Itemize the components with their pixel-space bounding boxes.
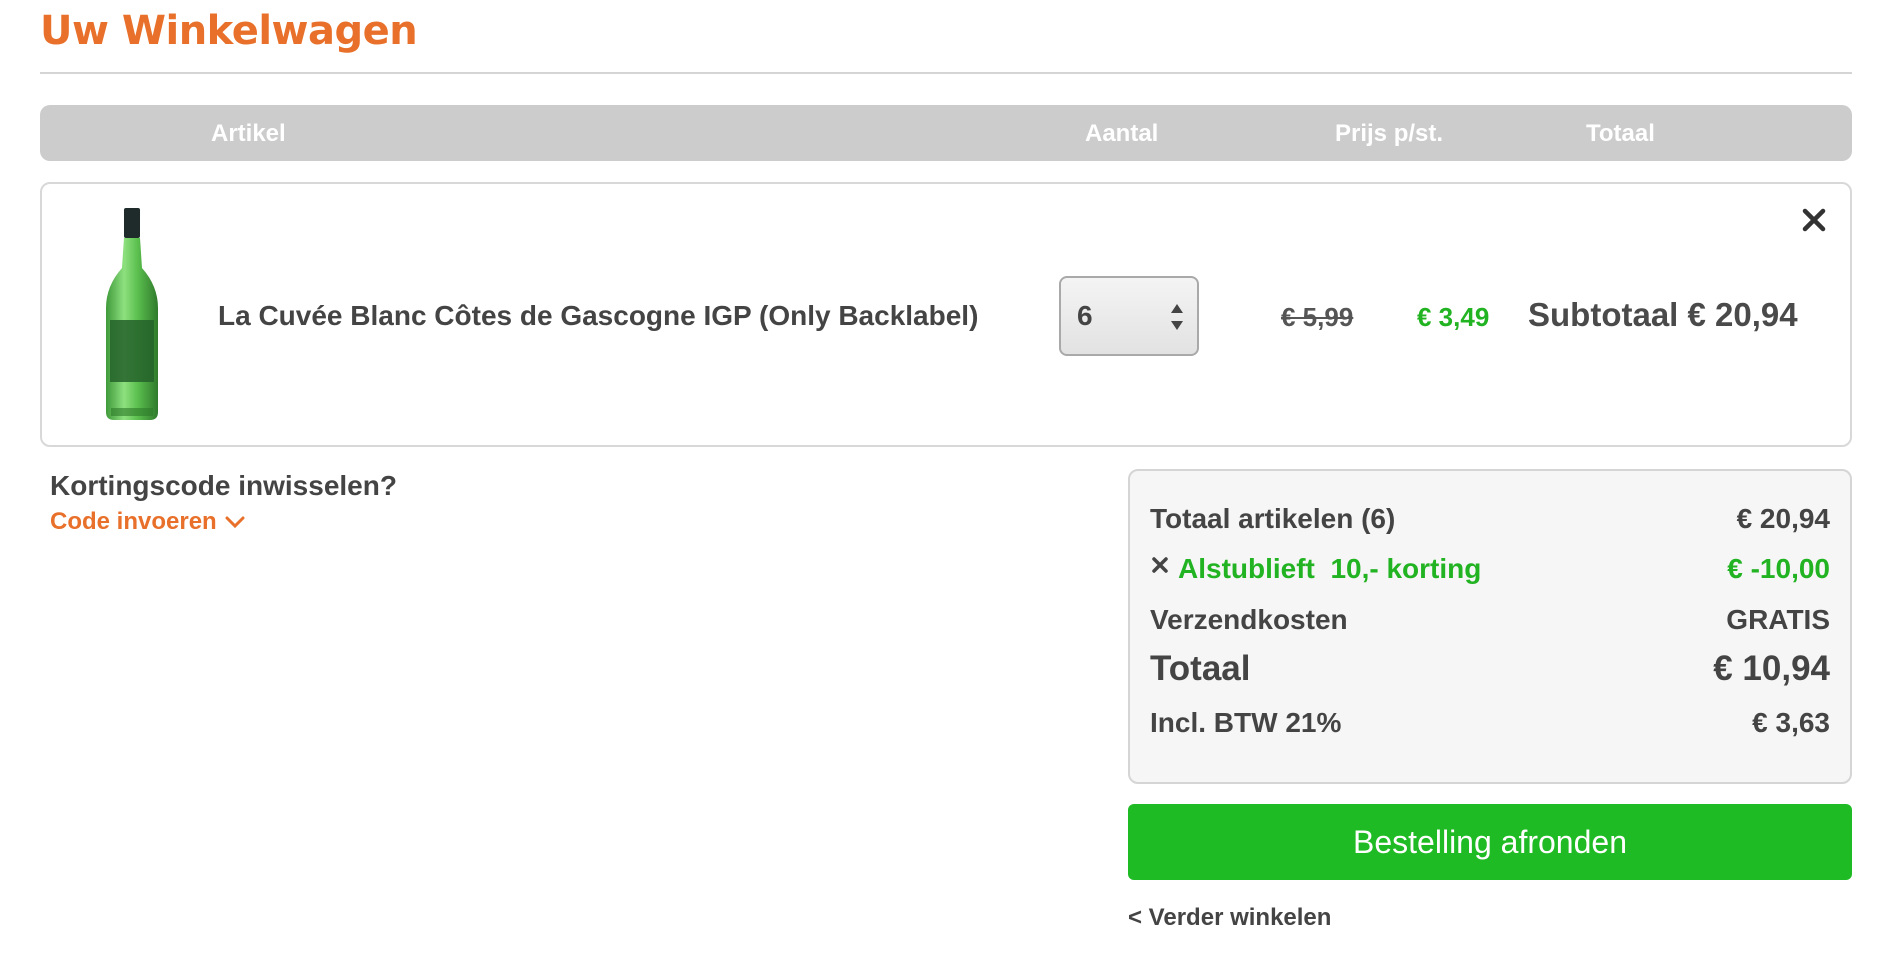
continue-shopping-link[interactable]: < Verder winkelen [1128,904,1331,932]
summary-items-row: Totaal artikelen (6) € 20,94 [1150,503,1830,535]
remove-discount-icon[interactable] [1150,555,1170,575]
items-total-label: Totaal artikelen (6) [1150,503,1396,534]
quantity-value: 6 [1077,300,1093,331]
enter-code-link[interactable]: Code invoeren [50,508,245,536]
column-header-artikel: Artikel [211,120,286,147]
item-subtotal: Subtotaal € 20,94 [1528,296,1798,333]
cart-table-header: Artikel Aantal Prijs p/st. Totaal [40,105,1852,161]
summary-total-row: Totaal € 10,94 [1150,649,1830,689]
items-total-value: € 20,94 [1736,503,1830,534]
select-arrows-icon [1171,304,1183,330]
checkout-button[interactable]: Bestelling afronden [1128,804,1852,880]
shipping-value: GRATIS [1726,604,1830,635]
chevron-down-icon [225,516,245,529]
vat-value: € 3,63 [1752,707,1830,738]
product-image [106,208,158,420]
order-summary: Totaal artikelen (6) € 20,94 Alstublieft… [1128,469,1852,784]
cart-item-row: La Cuvée Blanc Côtes de Gascogne IGP (On… [40,182,1852,447]
old-price: € 5,99 [1281,302,1354,332]
summary-vat-row: Incl. BTW 21% € 3,63 [1150,707,1830,739]
summary-shipping-row: Verzendkosten GRATIS [1150,604,1830,636]
enter-code-label: Code invoeren [50,508,217,535]
column-header-totaal: Totaal [1586,120,1655,147]
summary-discount-row: Alstublieft 10,- korting € -10,00 [1150,553,1830,585]
page-title: Uw Winkelwagen [40,8,418,54]
quantity-select[interactable]: 6 [1059,276,1199,356]
total-label: Totaal [1150,649,1251,688]
vat-label: Incl. BTW 21% [1150,707,1342,738]
product-name[interactable]: La Cuvée Blanc Côtes de Gascogne IGP (On… [218,300,978,332]
column-header-prijs: Prijs p/st. [1335,120,1444,147]
cart-page: Uw Winkelwagen Artikel Aantal Prijs p/st… [0,0,1888,976]
discount-value: € -10,00 [1727,553,1830,584]
title-divider [40,72,1852,74]
column-header-aantal: Aantal [1085,120,1159,147]
discount-label: Alstublieft 10,- korting [1178,553,1482,584]
discounted-price: € 3,49 [1417,302,1490,332]
total-value: € 10,94 [1713,649,1830,688]
discount-label-group: Alstublieft 10,- korting [1150,553,1481,585]
shipping-label: Verzendkosten [1150,604,1348,635]
coupon-question: Kortingscode inwisselen? [50,470,397,501]
close-icon[interactable] [1798,204,1830,236]
